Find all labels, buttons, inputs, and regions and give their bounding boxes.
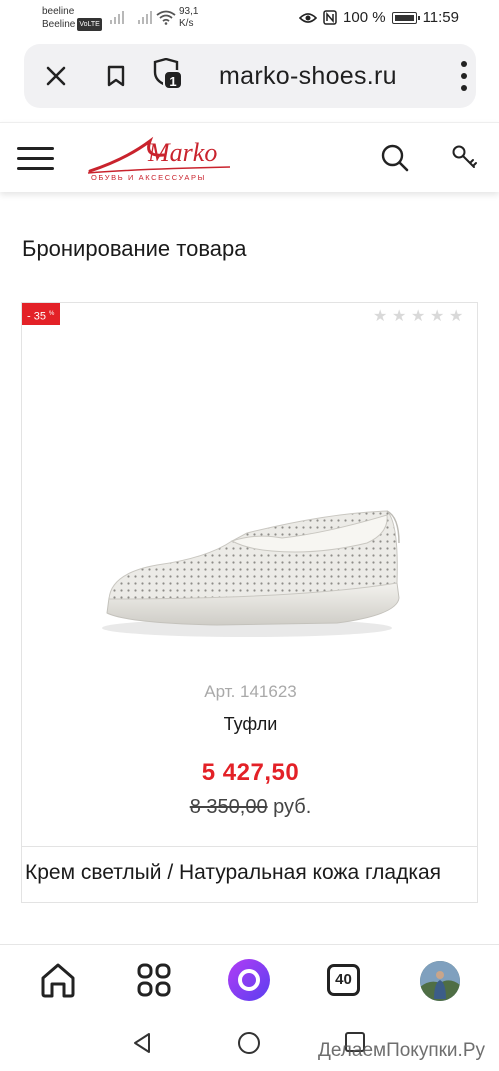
- carrier-1: beeline: [42, 6, 75, 17]
- star-icon[interactable]: ★: [430, 309, 446, 325]
- star-icon[interactable]: ★: [411, 309, 427, 325]
- product-name[interactable]: Туфли: [22, 714, 479, 735]
- wifi-icon: [156, 10, 176, 25]
- logo-subtitle: ОБУВЬ И АКСЕССУАРЫ: [91, 173, 206, 182]
- site-info-button[interactable]: 1: [152, 57, 186, 92]
- avatar[interactable]: [420, 961, 460, 1001]
- carrier-2: Beeline: [42, 19, 76, 30]
- tabs-counter[interactable]: 40: [327, 964, 360, 996]
- page-title: Бронирование товара: [22, 236, 247, 261]
- tab-count-badge: 1: [163, 70, 183, 90]
- old-price: 8 350,00 руб.: [22, 796, 479, 819]
- product-card[interactable]: - 35 % ★ ★ ★ ★ ★ Арт. 141623 Туфли 5 427…: [21, 302, 478, 847]
- carrier-info: beeline Beeline VoLTE: [42, 5, 102, 31]
- status-bar: beeline Beeline VoLTE 93,1 K/s 100 % 11:5…: [0, 0, 499, 38]
- star-icon[interactable]: ★: [373, 309, 389, 325]
- watermark: ДелаемПокупки.Ру: [317, 1040, 485, 1061]
- address-bar[interactable]: 1 marko-shoes.ru: [24, 44, 476, 108]
- key-icon[interactable]: [450, 143, 480, 173]
- home-icon[interactable]: [38, 960, 78, 1000]
- product-price: 5 427,50: [201, 759, 300, 786]
- article-number: Арт. 141623: [204, 682, 297, 701]
- browser-bottom-nav: 40: [0, 944, 499, 1016]
- close-icon[interactable]: [44, 64, 68, 88]
- network-speed: 93,1 K/s: [179, 6, 199, 29]
- nfc-icon: [323, 10, 337, 25]
- signal-icon-2: [138, 10, 154, 24]
- home-circle-icon[interactable]: [237, 1031, 261, 1055]
- avatar-image: [420, 961, 460, 1001]
- battery-icon: [391, 11, 420, 24]
- battery-percent: 100 %: [343, 9, 386, 26]
- status-right: 100 % 11:59: [299, 9, 459, 26]
- search-icon[interactable]: [380, 143, 410, 173]
- clock: 11:59: [422, 9, 459, 26]
- variant-text: Крем светлый / Натуральная кожа гладкая: [25, 861, 442, 884]
- site-header: Marko ОБУВЬ И АКСЕССУАРЫ: [0, 122, 499, 192]
- eye-icon: [299, 12, 318, 23]
- more-menu-icon[interactable]: [461, 61, 467, 91]
- menu-icon[interactable]: [17, 147, 54, 171]
- rating-stars[interactable]: ★ ★ ★ ★ ★: [373, 309, 465, 325]
- apps-grid-icon[interactable]: [134, 960, 174, 1000]
- logo-text: Marko: [147, 138, 217, 167]
- alice-assistant-icon[interactable]: [227, 958, 271, 1002]
- product-variant: Крем светлый / Натуральная кожа гладкая: [21, 847, 478, 903]
- url-text[interactable]: marko-shoes.ru: [219, 62, 397, 91]
- volte-badge: VoLTE: [77, 18, 102, 31]
- system-nav-bar: ДелаемПокупки.Ру: [0, 1016, 499, 1071]
- signal-icon: [110, 10, 126, 24]
- bookmark-icon[interactable]: [104, 64, 128, 88]
- currency: руб.: [273, 796, 312, 818]
- old-price-value: 8 350,00: [189, 796, 268, 818]
- star-icon[interactable]: ★: [449, 309, 465, 325]
- product-image[interactable]: [97, 503, 407, 643]
- back-icon[interactable]: [131, 1031, 153, 1055]
- discount-badge: - 35 %: [22, 303, 60, 325]
- star-icon[interactable]: ★: [392, 309, 408, 325]
